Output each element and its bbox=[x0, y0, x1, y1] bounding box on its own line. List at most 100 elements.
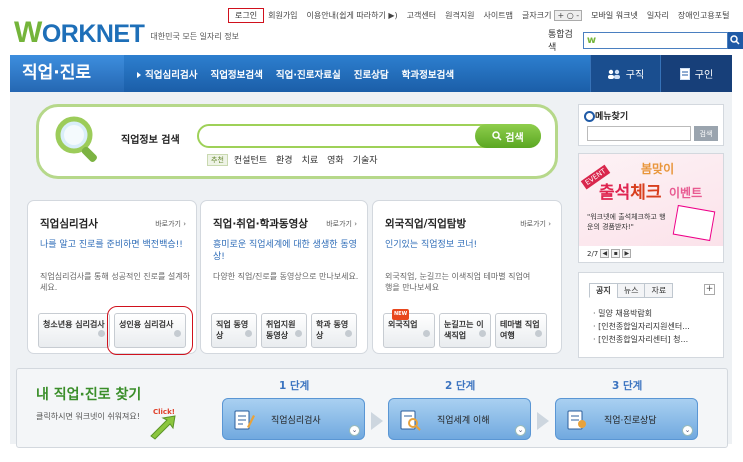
card-description: 직업심리검사를 통해 성공적인 진로를 설계하세요. bbox=[40, 272, 191, 292]
job-video-button[interactable]: 직업 동영상 bbox=[211, 313, 257, 348]
search-icon bbox=[492, 131, 502, 141]
step-title: 3 단계 bbox=[612, 380, 643, 392]
menu-find-button[interactable]: 검색 bbox=[694, 126, 718, 141]
disabled-portal-link[interactable]: 장애인고용포털 bbox=[678, 10, 730, 21]
sitemap-link[interactable]: 사이트맵 bbox=[484, 10, 513, 21]
step-title: 1 단계 bbox=[279, 380, 310, 392]
nav-item-job-info[interactable]: 직업정보검색 bbox=[210, 67, 262, 81]
psych-test-card: 직업심리검사 바로가기 나를 알고 진로를 준비하면 백전백승!! 직업심리검사… bbox=[27, 200, 197, 355]
usage-guide-link[interactable]: 이용안내(쉽게 따라하기 ▶) bbox=[307, 10, 398, 21]
video-card: 직업·취업·학과동영상 바로가기 흥미로운 직업세계에 대한 생생한 동영상! … bbox=[200, 200, 368, 354]
step-title: 2 단계 bbox=[445, 380, 476, 392]
magnifier-illustration-icon bbox=[55, 116, 97, 162]
people-icon bbox=[607, 69, 620, 79]
integrated-search: 통합검색 w bbox=[548, 27, 743, 53]
step-label: 직업·진로상담 bbox=[604, 416, 657, 426]
nav-item-career-library[interactable]: 직업·진로자료실 bbox=[276, 67, 341, 81]
step-label: 직업세계 이해 bbox=[437, 416, 490, 426]
keyword-link[interactable]: 영화 bbox=[327, 153, 344, 166]
chevron-down-icon: ⌄ bbox=[682, 425, 693, 436]
main-nav: 직업·진로 직업심리검사 직업정보검색 직업·진로자료실 진로상담 학과정보검색… bbox=[10, 55, 732, 92]
join-link[interactable]: 회원가입 bbox=[268, 10, 297, 21]
major-video-button[interactable]: 학과 동영상 bbox=[311, 313, 357, 348]
pause-icon[interactable]: ▪ bbox=[611, 249, 621, 258]
worknet-mini-logo: w bbox=[586, 34, 597, 46]
keyword-link[interactable]: 컨설턴트 bbox=[234, 153, 267, 166]
card-description: 외국직업, 눈길끄는 이색직업 테마별 직업여행을 만나보세요 bbox=[385, 272, 531, 292]
document-icon bbox=[679, 67, 690, 80]
chevron-down-icon: ⌄ bbox=[349, 425, 360, 436]
svg-text:Click!: Click! bbox=[153, 408, 175, 416]
worknet-logo[interactable]: WORKNET 대한민국 모든 일자리 정보 bbox=[14, 14, 239, 49]
card-shortcut-link[interactable]: 바로가기 bbox=[520, 219, 551, 229]
job-info-search-input[interactable]: 검색 bbox=[197, 124, 541, 148]
menu-find-box: 메뉴찾기 검색 bbox=[578, 104, 724, 146]
notice-item[interactable]: [인천종합일자리지원센터... bbox=[593, 320, 690, 333]
calendar-icon bbox=[672, 204, 716, 242]
integrated-search-input[interactable]: w bbox=[582, 31, 728, 49]
step-counseling-button[interactable]: 직업·진로상담 ⌄ bbox=[555, 398, 698, 440]
nav-item-psych-test[interactable]: 직업심리검사 bbox=[137, 67, 197, 81]
card-title: 직업·취업·학과동영상 bbox=[213, 218, 308, 230]
event-page-indicator: 2/7 bbox=[587, 249, 599, 258]
employment-video-button[interactable]: 취업지원 동영상 bbox=[261, 313, 307, 348]
event-line3: 이벤트 bbox=[669, 186, 703, 200]
tab-notice[interactable]: 공지 bbox=[589, 283, 618, 298]
career-steps-subtitle: 클릭하시면 워크넷이 쉬워져요! bbox=[36, 412, 140, 421]
font-size-control[interactable]: + ○ - bbox=[554, 9, 583, 21]
document-search-icon bbox=[400, 410, 421, 431]
theme-job-tour-button[interactable]: 테마별 직업여행 bbox=[495, 313, 547, 348]
youth-psych-test-button[interactable]: 청소년용 심리검사 bbox=[38, 313, 110, 348]
step-arrow-icon bbox=[371, 412, 383, 430]
nav-home-title[interactable]: 직업·진로 bbox=[10, 55, 124, 92]
foreign-job-card: 외국직업/직업탐방 바로가기 인기있는 직업정보 코너! 외국직업, 눈길끄는 … bbox=[372, 200, 562, 354]
tab-materials[interactable]: 자료 bbox=[644, 283, 674, 298]
adult-psych-test-button[interactable]: 성인용 심리검사 bbox=[107, 306, 193, 355]
nav-item-major-info[interactable]: 학과정보검색 bbox=[402, 67, 454, 81]
event-description: "워크넷에 출석체크하고 행운의 경품받자!" bbox=[587, 213, 666, 231]
career-steps-title: 내 직업·진로 찾기 bbox=[36, 387, 142, 403]
menu-find-input[interactable] bbox=[587, 126, 691, 141]
font-size-label: 글자크기 bbox=[522, 10, 552, 20]
notice-item[interactable]: 밀양 채용박람회 bbox=[593, 307, 690, 320]
integrated-search-button[interactable] bbox=[727, 31, 743, 49]
card-shortcut-link[interactable]: 바로가기 bbox=[326, 219, 357, 229]
card-highlight: 나를 알고 진로를 준비하면 백전백승!! bbox=[40, 240, 183, 250]
nav-job-seek-button[interactable]: 구직 bbox=[590, 55, 660, 92]
job-info-search-button[interactable]: 검색 bbox=[475, 124, 541, 148]
step-psych-test-button[interactable]: 직업심리검사 ⌄ bbox=[222, 398, 365, 440]
keyword-link[interactable]: 환경 bbox=[276, 153, 293, 166]
card-highlight: 흥미로운 직업세계에 대한 생생한 동영상! bbox=[213, 240, 357, 262]
recommend-tag: 추천 bbox=[207, 153, 228, 166]
nav-job-offer-button[interactable]: 구인 bbox=[660, 55, 732, 92]
foreign-job-button[interactable]: NEW 외국직업 bbox=[383, 309, 435, 348]
card-title: 외국직업/직업탐방 bbox=[385, 218, 467, 230]
chevron-down-icon: ⌄ bbox=[515, 425, 526, 436]
job-info-search-panel: 직업정보 검색 검색 추천 컨설턴트 환경 치료 영화 기술자 bbox=[36, 104, 558, 179]
plus-icon[interactable]: + bbox=[704, 284, 715, 295]
step-arrow-icon bbox=[537, 412, 549, 430]
customer-center-link[interactable]: 고객센터 bbox=[407, 10, 436, 21]
next-icon[interactable]: ▶ bbox=[622, 249, 632, 258]
card-shortcut-link[interactable]: 바로가기 bbox=[155, 219, 186, 229]
job-link[interactable]: 일자리 bbox=[647, 10, 669, 21]
prev-icon[interactable]: ◀ bbox=[600, 249, 610, 258]
remote-support-link[interactable]: 원격지원 bbox=[445, 10, 474, 21]
event-banner-image[interactable]: EVENT 봄맞이 출석체크 이벤트 "워크넷에 출석체크하고 행운의 경품받자… bbox=[579, 154, 723, 246]
card-title: 직업심리검사 bbox=[40, 218, 98, 230]
keyword-link[interactable]: 기술자 bbox=[353, 153, 378, 166]
tab-news[interactable]: 뉴스 bbox=[616, 283, 646, 298]
search-icon bbox=[730, 35, 740, 45]
nav-menu: 직업심리검사 직업정보검색 직업·진로자료실 진로상담 학과정보검색 bbox=[124, 67, 454, 81]
event-line1: 봄맞이 bbox=[641, 162, 675, 176]
unusual-job-button[interactable]: 눈길끄는 이색직업 bbox=[439, 313, 491, 348]
nav-item-counseling[interactable]: 진로상담 bbox=[354, 67, 389, 81]
notice-item[interactable]: [인천종합일자리센터] 청... bbox=[593, 333, 690, 346]
keyword-link[interactable]: 치료 bbox=[302, 153, 319, 166]
login-link[interactable]: 로그인 bbox=[228, 7, 265, 23]
test-sheet-icon bbox=[234, 410, 255, 430]
job-info-search-label: 직업정보 검색 bbox=[121, 135, 180, 146]
mobile-worknet-link[interactable]: 모바일 워크넷 bbox=[591, 10, 638, 21]
event-banner[interactable]: EVENT 봄맞이 출석체크 이벤트 "워크넷에 출석체크하고 행운의 경품받자… bbox=[578, 153, 724, 263]
step-job-world-button[interactable]: 직업세계 이해 ⌄ bbox=[388, 398, 531, 440]
